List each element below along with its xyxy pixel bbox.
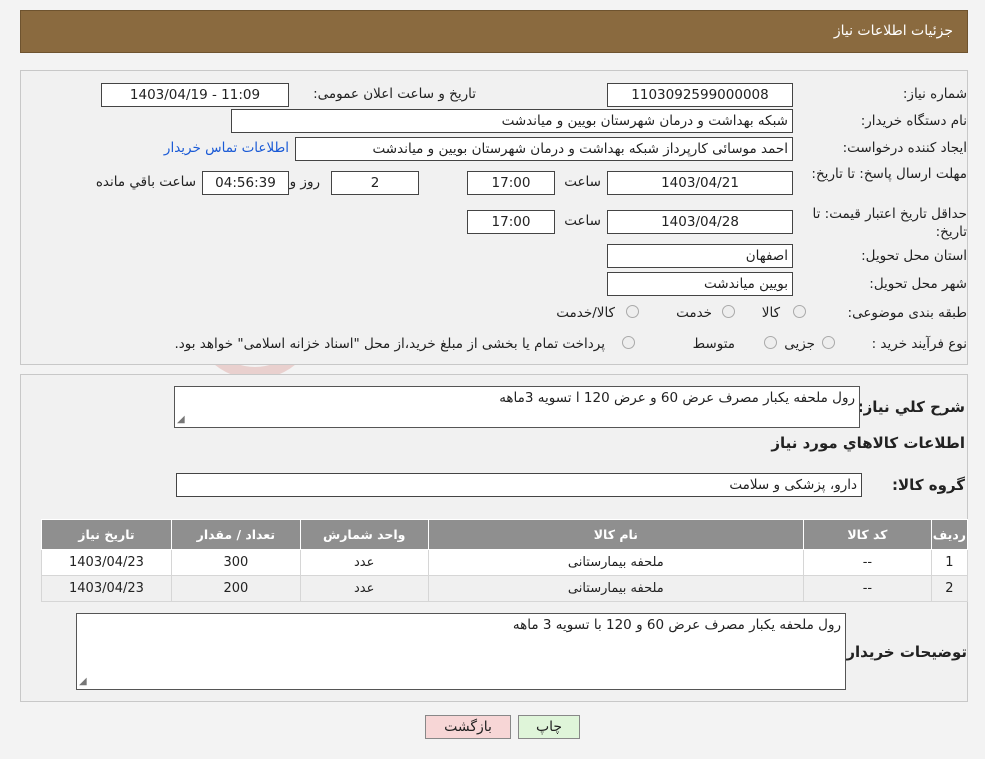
summary-textarea[interactable]: رول ملحفه یکبار مصرف عرض 60 و عرض 120 ا … xyxy=(174,386,860,428)
announce-date-label: تاریخ و ساعت اعلان عمومی: xyxy=(313,86,476,102)
goods-group-label: گروه كالا: xyxy=(892,476,965,494)
back-button[interactable]: بازگشت xyxy=(425,715,511,739)
category-goods-radio[interactable] xyxy=(793,305,806,318)
col-row-number: رديف xyxy=(930,519,969,550)
col-item-name: نام کالا xyxy=(427,519,805,550)
table-row: 2 -- ملحفه بیمارستانی عدد 200 1403/04/23 xyxy=(41,575,969,602)
cell-quantity: 300 xyxy=(170,549,301,576)
process-minor-label: جزیی xyxy=(784,336,815,352)
price-validity-label: حداقل تاریخ اعتبار قیمت: تا تاریخ: xyxy=(812,206,967,240)
reply-deadline-label: مهلت ارسال پاسخ: تا تاریخ: xyxy=(811,166,967,182)
buyer-notes-textarea[interactable]: رول ملحفه یکبار مصرف عرض 60 و 120 با تسو… xyxy=(76,613,846,690)
need-number-label: شماره نیاز: xyxy=(902,86,967,102)
process-note: پرداخت تمام یا بخشی از مبلغ خرید،از محل … xyxy=(174,336,605,352)
cell-row-number: 2 xyxy=(930,575,969,602)
buyer-notes-text: رول ملحفه یکبار مصرف عرض 60 و 120 با تسو… xyxy=(512,617,841,633)
price-time-field: 17:00 xyxy=(467,210,555,234)
buyer-org-label: نام دستگاه خریدار: xyxy=(860,113,967,129)
table-header-row: رديف کد کالا نام کالا واحد شمارش تعداد /… xyxy=(41,519,969,550)
reply-date-field: 1403/04/21 xyxy=(607,171,793,195)
col-item-code: کد کالا xyxy=(803,519,932,550)
category-goods-service-label: کالا/خدمت xyxy=(556,305,615,321)
category-goods-service-radio[interactable] xyxy=(626,305,639,318)
cell-item-name: ملحفه بیمارستانی xyxy=(427,549,805,576)
remaining-time-field: 04:56:39 xyxy=(202,171,289,195)
category-service-label: خدمت xyxy=(676,305,712,321)
province-label: استان محل تحویل: xyxy=(861,248,967,264)
items-table: رديف کد کالا نام کالا واحد شمارش تعداد /… xyxy=(41,519,969,602)
province-field: اصفهان xyxy=(607,244,793,268)
reply-time-label: ساعت xyxy=(564,174,601,190)
creator-label: ایجاد کننده درخواست: xyxy=(842,140,967,156)
cell-item-code: -- xyxy=(803,575,932,602)
need-number-field: 1103092599000008 xyxy=(607,83,793,107)
cell-row-number: 1 xyxy=(930,549,969,576)
process-minor-radio[interactable] xyxy=(822,336,835,349)
buyer-org-field: شبکه بهداشت و درمان شهرستان بویین و میان… xyxy=(231,109,793,133)
cell-quantity: 200 xyxy=(170,575,301,602)
process-label: نوع فرآیند خرید : xyxy=(871,336,967,352)
print-button[interactable]: چاپ xyxy=(518,715,580,739)
city-label: شهر محل تحویل: xyxy=(869,276,967,292)
page-title: جزئیات اطلاعات نیاز xyxy=(833,23,953,39)
days-label: روز و xyxy=(289,174,320,190)
cell-item-name: ملحفه بیمارستانی xyxy=(427,575,805,602)
col-quantity: تعداد / مقدار xyxy=(170,519,301,550)
reply-time-field: 17:00 xyxy=(467,171,555,195)
category-service-radio[interactable] xyxy=(722,305,735,318)
category-goods-label: کالا xyxy=(761,305,780,321)
creator-field: احمد موسائی کارپرداز شبکه بهداشت و درمان… xyxy=(295,137,793,161)
days-remaining-field: 2 xyxy=(331,171,419,195)
cell-unit: عدد xyxy=(299,549,429,576)
resize-grip-icon[interactable]: ◢ xyxy=(79,676,87,687)
col-need-date: تاریخ نیاز xyxy=(41,519,172,550)
cell-item-code: -- xyxy=(803,549,932,576)
treasury-checkbox[interactable] xyxy=(622,336,635,349)
cell-need-date: 1403/04/23 xyxy=(41,549,172,576)
items-section-title: اطلاعات كالاهاي مورد نياز xyxy=(771,434,965,452)
goods-group-field: دارو، پزشکی و سلامت xyxy=(176,473,862,497)
cell-unit: عدد xyxy=(299,575,429,602)
process-medium-label: متوسط xyxy=(692,336,735,352)
page-header: جزئیات اطلاعات نیاز xyxy=(20,10,968,53)
remaining-time-label: ساعت باقي مانده xyxy=(95,174,196,190)
city-field: بویین میاندشت xyxy=(607,272,793,296)
announce-date-field: 1403/04/19 - 11:09 xyxy=(101,83,289,107)
price-time-label: ساعت xyxy=(564,213,601,229)
buyer-notes-label: توضیحات خریدار: xyxy=(840,643,967,661)
cell-need-date: 1403/04/23 xyxy=(41,575,172,602)
process-medium-radio[interactable] xyxy=(764,336,777,349)
resize-grip-icon[interactable]: ◢ xyxy=(177,414,185,425)
category-label: طبقه بندی موضوعی: xyxy=(847,305,967,321)
price-date-field: 1403/04/28 xyxy=(607,210,793,234)
buyer-contact-link[interactable]: اطلاعات تماس خریدار xyxy=(164,140,289,156)
summary-label: شرح كلي نياز: xyxy=(857,398,965,416)
col-unit: واحد شمارش xyxy=(299,519,429,550)
summary-text: رول ملحفه یکبار مصرف عرض 60 و عرض 120 ا … xyxy=(499,390,855,406)
table-row: 1 -- ملحفه بیمارستانی عدد 300 1403/04/23 xyxy=(41,549,969,576)
